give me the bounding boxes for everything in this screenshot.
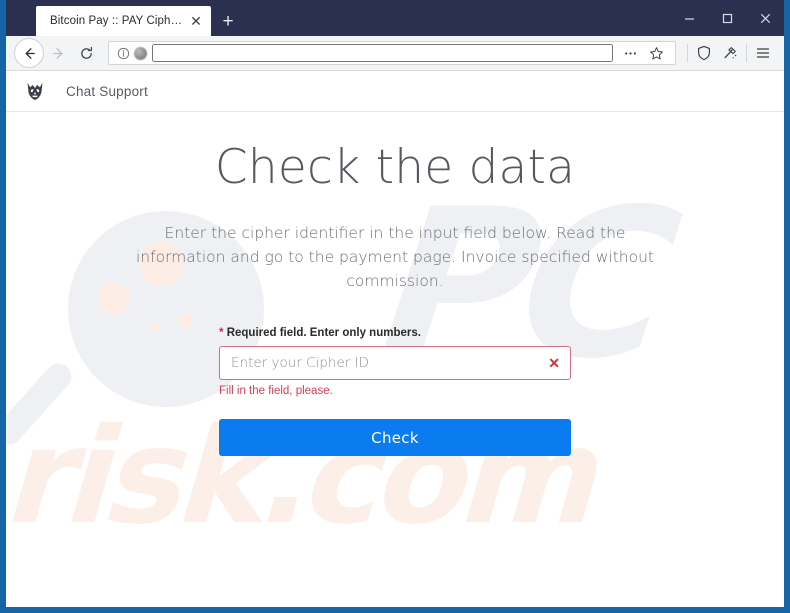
window-controls — [670, 0, 784, 36]
page-viewport: Chat Support PC risk.com Check the data … — [6, 71, 784, 607]
browser-window: Bitcoin Pay :: PAY CipherID ✕ + Chat Sup… — [0, 0, 790, 613]
bookmark-star-icon[interactable] — [643, 40, 669, 66]
site-identity-icon — [134, 46, 147, 60]
tab-title: Bitcoin Pay :: PAY CipherID — [50, 15, 187, 27]
cipher-input-wrapper[interactable]: ✕ — [219, 346, 571, 381]
cipher-form: * Required field. Enter only numbers. ✕ … — [219, 327, 571, 397]
page-description: Enter the cipher identifier in the input… — [136, 224, 654, 291]
required-asterisk: * — [219, 327, 224, 340]
new-tab-button[interactable]: + — [213, 6, 243, 36]
browser-window-inner: Bitcoin Pay :: PAY CipherID ✕ + Chat Sup… — [6, 0, 784, 607]
tab-close-icon[interactable]: ✕ — [187, 12, 205, 30]
page-info-icon[interactable] — [115, 45, 131, 61]
close-window-button[interactable] — [746, 0, 784, 36]
title-bar: Bitcoin Pay :: PAY CipherID ✕ + — [6, 0, 784, 36]
address-bar-actions — [617, 40, 669, 66]
pocket-icon[interactable] — [717, 40, 743, 66]
reload-button-icon[interactable] — [72, 39, 100, 67]
demon-skull-logo-icon — [22, 78, 48, 104]
cipher-field-label: * Required field. Enter only numbers. — [219, 327, 571, 339]
invalid-field-icon[interactable]: ✕ — [548, 356, 560, 370]
cipher-id-input[interactable] — [220, 347, 570, 380]
check-button[interactable]: Check — [219, 419, 571, 457]
url-input[interactable] — [152, 44, 613, 62]
shield-icon[interactable] — [691, 40, 717, 66]
forward-button-icon[interactable] — [44, 39, 72, 67]
cipher-field-label-text: Required field. Enter only numbers. — [226, 327, 421, 340]
main-content: Check the data Enter the cipher identifi… — [6, 112, 784, 457]
address-bar[interactable] — [108, 41, 676, 65]
browser-tab[interactable]: Bitcoin Pay :: PAY CipherID ✕ — [36, 6, 211, 36]
chat-support-link[interactable]: Chat Support — [66, 84, 148, 99]
back-button-icon[interactable] — [14, 38, 44, 68]
navigation-toolbar — [6, 36, 784, 71]
field-error-message: Fill in the field, please. — [219, 385, 333, 398]
maximize-button[interactable] — [708, 0, 746, 36]
page-title: Check the data — [214, 140, 576, 195]
hamburger-menu-icon[interactable] — [750, 40, 776, 66]
minimize-button[interactable] — [670, 0, 708, 36]
site-header: Chat Support — [6, 71, 784, 112]
toolbar-divider-2 — [746, 44, 747, 62]
page-actions-icon[interactable] — [617, 40, 643, 66]
toolbar-divider — [687, 44, 688, 62]
